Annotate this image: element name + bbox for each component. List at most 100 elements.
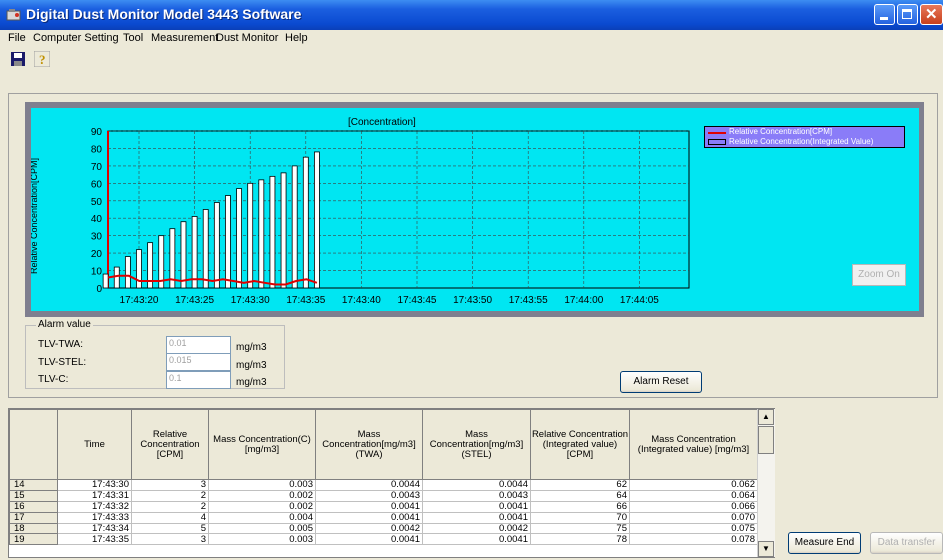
- relative-concentration-cell: 3: [131, 533, 209, 546]
- mass-integrated-cell: 0.064: [629, 489, 758, 502]
- menu-help[interactable]: Help: [285, 32, 308, 44]
- tlv-stel-input[interactable]: 0.015: [166, 353, 231, 371]
- integrated-bar: [102, 273, 109, 289]
- scroll-up-button[interactable]: ▲: [758, 409, 774, 425]
- relative-concentration-cell: 4: [131, 511, 209, 524]
- chart-legend: Relative Concentration[CPM] Relative Con…: [704, 126, 905, 148]
- alarm-reset-button[interactable]: Alarm Reset: [620, 371, 702, 393]
- time-cell: 17:43:34: [57, 522, 132, 535]
- header-mass-concentration-stel[interactable]: Mass Concentration[mg/m3] (STEL): [422, 409, 531, 480]
- scroll-down-button[interactable]: ▼: [758, 541, 774, 557]
- menu-dust-monitor[interactable]: Dust Monitor: [216, 32, 278, 44]
- header-relative-integrated[interactable]: Relative Concentration (Integrated value…: [530, 409, 630, 480]
- question-mark-icon[interactable]: ?: [34, 51, 50, 67]
- relative-integrated-cell: 62: [530, 479, 630, 491]
- header-mass-concentration-twa[interactable]: Mass Concentration[mg/m3] (TWA): [315, 409, 423, 480]
- relative-integrated-cell: 66: [530, 500, 630, 513]
- floppy-disk-icon[interactable]: [10, 51, 26, 67]
- time-cell: 17:43:31: [57, 489, 132, 502]
- minimize-button[interactable]: [874, 4, 895, 25]
- menu-measurement[interactable]: Measurement: [151, 32, 218, 44]
- table-row[interactable]: 14 17:43:30 3 0.003 0.0044 0.0044 62 0.062: [9, 479, 758, 491]
- mass-integrated-cell: 0.062: [629, 479, 758, 491]
- relative-concentration-cell: 5: [131, 522, 209, 535]
- zoom-on-button[interactable]: Zoom On: [852, 264, 906, 286]
- y-tick-label: 70: [91, 162, 103, 173]
- integrated-bar: [225, 195, 231, 289]
- y-tick-label: 10: [91, 267, 103, 278]
- integrated-bar: [136, 249, 142, 289]
- mass-integrated-cell: 0.078: [629, 533, 758, 546]
- maximize-button[interactable]: [897, 4, 918, 25]
- integrated-bar: [191, 216, 198, 289]
- table-row[interactable]: 17 17:43:33 4 0.004 0.0041 0.0041 70 0.070: [9, 511, 758, 524]
- table-row[interactable]: 19 17:43:35 3 0.003 0.0041 0.0041 78 0.078: [9, 533, 758, 546]
- close-button[interactable]: ✕: [920, 4, 943, 25]
- minimize-icon: [880, 17, 888, 20]
- mass-stel-cell: 0.0044: [422, 479, 531, 491]
- table-scrollbar[interactable]: ▲ ▼: [757, 409, 775, 557]
- legend-label-integrated: Relative Concentration(Integrated Value): [729, 137, 874, 146]
- data-grid: Time Relative Concentration [CPM] Mass C…: [9, 409, 758, 546]
- mass-twa-cell: 0.0044: [315, 479, 423, 491]
- mass-stel-cell: 0.0043: [422, 489, 531, 502]
- time-cell: 17:43:30: [57, 479, 132, 491]
- header-relative-concentration[interactable]: Relative Concentration [CPM]: [131, 409, 209, 480]
- x-tick-label: 17:44:00: [564, 295, 603, 306]
- mass-concentration-c-cell: 0.003: [208, 479, 316, 491]
- window-title: Digital Dust Monitor Model 3443 Software: [26, 6, 302, 22]
- menu-file[interactable]: File: [8, 32, 26, 44]
- table-row[interactable]: 15 17:43:31 2 0.002 0.0043 0.0043 64 0.064: [9, 489, 758, 502]
- app-icon: [6, 9, 21, 21]
- mass-twa-cell: 0.0043: [315, 489, 423, 502]
- x-tick-label: 17:43:35: [286, 295, 325, 306]
- row-number: 18: [9, 522, 58, 535]
- y-tick-label: 90: [91, 127, 103, 138]
- row-number: 19: [9, 533, 58, 546]
- relative-concentration-cell: 2: [131, 500, 209, 513]
- table-body: 14 17:43:30 3 0.003 0.0044 0.0044 62 0.062 15 17:…: [9, 479, 758, 546]
- menu-computer-setting[interactable]: Computer Setting: [33, 32, 119, 44]
- table-row[interactable]: 18 17:43:34 5 0.005 0.0042 0.0042 75 0.075: [9, 522, 758, 535]
- tlv-c-unit: mg/m3: [236, 377, 267, 388]
- relative-concentration-cell: 2: [131, 489, 209, 502]
- tlv-c-input[interactable]: 0.1: [166, 371, 231, 389]
- tlv-twa-input[interactable]: 0.01: [166, 336, 231, 354]
- integrated-bar: [247, 182, 254, 289]
- tlv-c-label: TLV-C:: [38, 374, 69, 385]
- table-row[interactable]: 16 17:43:32 2 0.002 0.0041 0.0041 66 0.066: [9, 500, 758, 513]
- tlv-stel-label: TLV-STEL:: [38, 357, 87, 368]
- relative-integrated-cell: 78: [530, 533, 630, 546]
- integrated-bar: [213, 202, 220, 289]
- y-tick-label: 30: [91, 232, 103, 243]
- header-time[interactable]: Time: [57, 409, 132, 480]
- scroll-thumb[interactable]: [758, 426, 774, 454]
- time-cell: 17:43:35: [57, 533, 132, 546]
- chart-title: [Concentration]: [348, 117, 416, 128]
- integrated-bar: [302, 156, 309, 289]
- y-tick-label: 20: [91, 249, 103, 260]
- header-mass-concentration-c[interactable]: Mass Concentration(C) [mg/m3]: [208, 409, 316, 480]
- mass-concentration-c-cell: 0.005: [208, 522, 316, 535]
- y-tick-label: 40: [91, 214, 103, 225]
- x-tick-label: 17:43:30: [231, 295, 270, 306]
- data-table[interactable]: Time Relative Concentration [CPM] Mass C…: [8, 408, 775, 558]
- integrated-bar: [258, 179, 265, 289]
- x-tick-label: 17:43:25: [175, 295, 214, 306]
- mass-concentration-c-cell: 0.003: [208, 533, 316, 546]
- mass-integrated-cell: 0.075: [629, 522, 758, 535]
- mass-stel-cell: 0.0041: [422, 533, 531, 546]
- header-mass-integrated[interactable]: Mass Concentration (Integrated value) [m…: [629, 409, 758, 480]
- y-tick-label: 60: [91, 179, 103, 190]
- measure-end-button[interactable]: Measure End: [788, 532, 861, 554]
- data-transfer-button[interactable]: Data transfer: [870, 532, 943, 554]
- mass-stel-cell: 0.0042: [422, 522, 531, 535]
- mass-twa-cell: 0.0041: [315, 533, 423, 546]
- integrated-bar: [280, 172, 287, 289]
- row-number: 17: [9, 511, 58, 524]
- y-tick-label: 0: [96, 284, 102, 295]
- header-rownum: [9, 409, 58, 480]
- legend-line-swatch: [708, 132, 726, 134]
- menu-tool[interactable]: Tool: [123, 32, 143, 44]
- y-tick-label: 50: [91, 197, 103, 208]
